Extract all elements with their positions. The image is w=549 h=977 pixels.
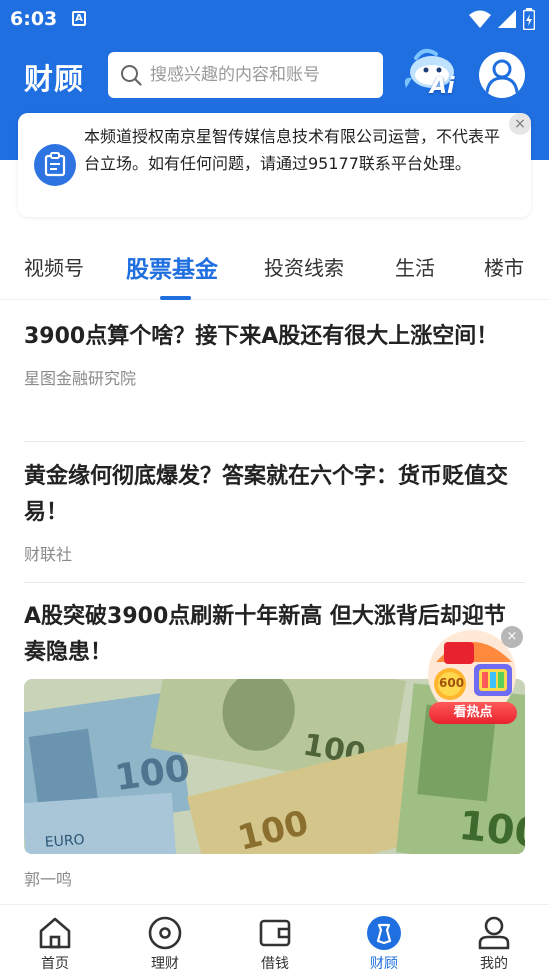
search-bar[interactable] xyxy=(108,52,383,98)
article-title[interactable]: 黄金缘何彻底爆发？答案就在六个字：货币贬值交易！ xyxy=(24,459,525,531)
article-source: 财联社 xyxy=(24,545,73,564)
bottom-navigation: 首页 理财 借钱 财顾 我的 xyxy=(0,904,549,977)
tab-investment-leads[interactable]: 投资线索 xyxy=(264,252,344,281)
divider xyxy=(24,441,525,442)
brand-title: 财顾 xyxy=(24,62,85,96)
notice-clipboard-icon xyxy=(34,144,76,186)
notice-close-button[interactable]: × xyxy=(509,113,531,135)
divider xyxy=(24,582,525,583)
article-item[interactable]: 3900点算个啥？接下来A股还有很大上涨空间！ 星图金融研究院 xyxy=(24,319,525,389)
hot-topics-close-button[interactable]: × xyxy=(501,626,523,648)
hot-coins-value: 600 xyxy=(439,676,465,690)
nav-advisor[interactable]: 财顾 xyxy=(329,915,439,973)
svg-text:100: 100 xyxy=(457,803,525,854)
channel-tabs: 视频号 股票基金 投资线索 生活 楼市 xyxy=(0,232,549,300)
nav-wealth[interactable]: 理财 xyxy=(110,915,220,973)
user-avatar[interactable] xyxy=(479,52,525,98)
article-feed[interactable]: 3900点算个啥？接下来A股还有很大上涨空间！ 星图金融研究院 黄金缘何彻底爆发… xyxy=(0,301,549,904)
home-icon xyxy=(39,917,71,949)
nav-label: 我的 xyxy=(480,956,508,972)
channel-notice-card: 本频道授权南京星智传媒信息技术有限公司运营，不代表平台立场。如有任何问题，请通过… xyxy=(18,113,531,217)
signal-icon xyxy=(498,10,516,28)
nav-label: 首页 xyxy=(41,956,69,972)
battery-icon xyxy=(523,8,535,30)
nav-label: 借钱 xyxy=(261,956,289,972)
tab-video[interactable]: 视频号 xyxy=(24,252,84,281)
search-input[interactable] xyxy=(150,60,375,90)
nav-home[interactable]: 首页 xyxy=(0,915,110,973)
nav-label: 财顾 xyxy=(370,956,398,972)
status-time: 6:03 xyxy=(10,8,58,30)
advisor-icon xyxy=(367,916,401,950)
nav-borrow[interactable]: 借钱 xyxy=(220,915,330,973)
wealth-icon xyxy=(148,916,182,950)
wifi-icon xyxy=(469,10,491,28)
tab-life[interactable]: 生活 xyxy=(395,252,435,281)
article-item[interactable]: 黄金缘何彻底爆发？答案就在六个字：货币贬值交易！ 财联社 xyxy=(24,459,525,565)
active-tab-indicator xyxy=(160,296,191,300)
article-source: 郭一鸣 xyxy=(24,870,73,889)
sim-indicator-icon: A xyxy=(72,11,86,26)
hot-topics-label[interactable]: 看热点 xyxy=(429,702,517,724)
status-icons xyxy=(469,8,535,30)
ai-label: Ai xyxy=(430,74,455,99)
ai-assistant-button[interactable]: Ai xyxy=(402,48,462,104)
article-title[interactable]: 3900点算个啥？接下来A股还有很大上涨空间！ xyxy=(24,319,525,355)
nav-profile[interactable]: 我的 xyxy=(439,915,549,973)
article-source: 星图金融研究院 xyxy=(24,369,137,388)
hot-topics-floating-button[interactable]: 600 看热点 × xyxy=(422,626,524,724)
tab-real-estate[interactable]: 楼市 xyxy=(484,252,524,281)
tab-stocks-funds[interactable]: 股票基金 xyxy=(126,250,218,284)
notice-text: 本频道授权南京星智传媒信息技术有限公司运营，不代表平台立场。如有任何问题，请通过… xyxy=(84,127,501,173)
avatar-icon xyxy=(485,59,519,94)
profile-icon xyxy=(478,916,510,950)
search-icon xyxy=(121,65,142,86)
wallet-icon xyxy=(259,919,291,947)
article-meta: 郭一鸣 xyxy=(24,866,525,890)
svg-text:EURO: EURO xyxy=(44,832,85,851)
status-bar: 6:03 A xyxy=(0,0,549,38)
nav-label: 理财 xyxy=(151,956,179,972)
